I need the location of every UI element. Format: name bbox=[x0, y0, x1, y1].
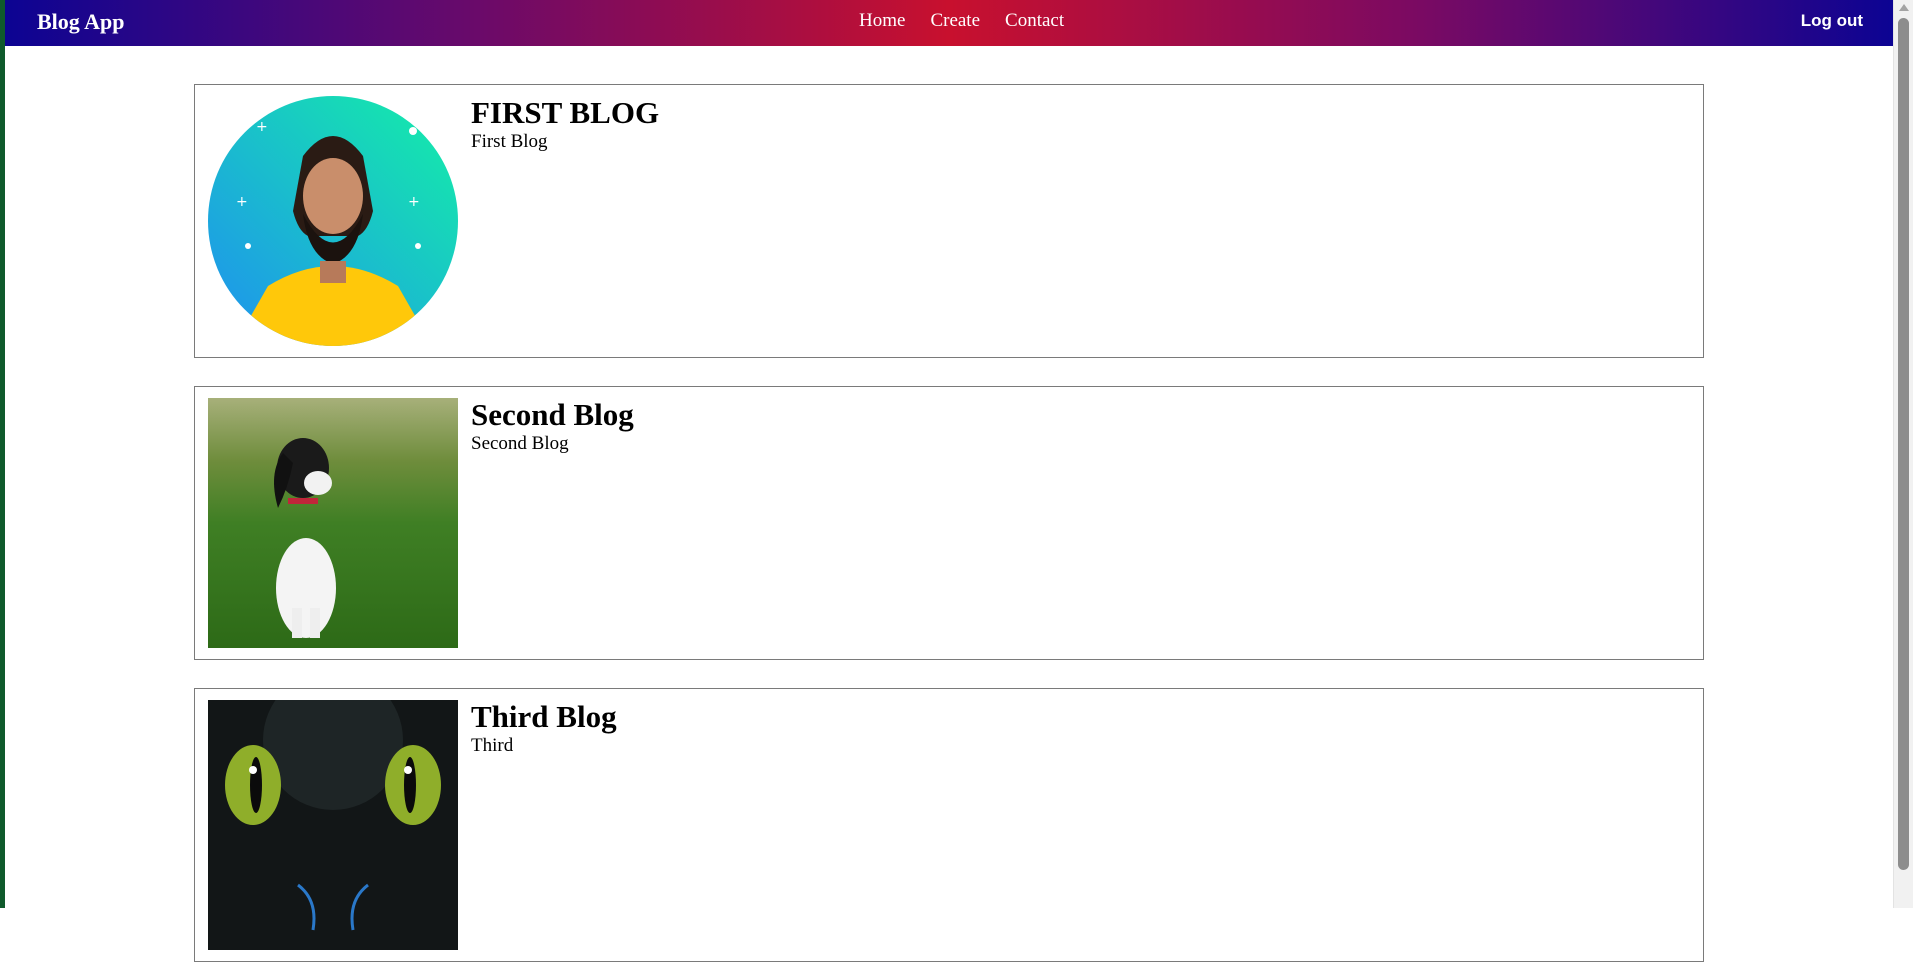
portrait-avatar-icon: + + + bbox=[208, 96, 458, 346]
blog-title[interactable]: FIRST BLOG bbox=[471, 95, 659, 131]
window-left-edge bbox=[0, 0, 5, 908]
blog-description: First Blog bbox=[471, 131, 548, 152]
nav-link-home[interactable]: Home bbox=[859, 10, 905, 32]
blog-card[interactable]: + + + FIRST BLOG First Blog bbox=[194, 84, 1704, 358]
nav-link-contact[interactable]: Contact bbox=[1005, 10, 1064, 32]
blog-image-puppy bbox=[208, 398, 458, 648]
blog-description: Third bbox=[471, 735, 514, 756]
blog-card[interactable]: Third Blog Third bbox=[194, 688, 1704, 962]
scroll-up-arrow-icon[interactable] bbox=[1899, 4, 1909, 11]
logout-button[interactable]: Log out bbox=[1801, 11, 1863, 31]
svg-text:+: + bbox=[236, 194, 248, 210]
blog-description: Second Blog bbox=[471, 433, 569, 454]
nav-links: Home Create Contact bbox=[859, 10, 1064, 32]
scroll-thumb[interactable] bbox=[1898, 18, 1909, 870]
blog-image-dragon bbox=[208, 700, 458, 950]
vertical-scrollbar[interactable] bbox=[1893, 0, 1913, 908]
nav-link-create[interactable]: Create bbox=[930, 10, 980, 32]
dragon-eyes-icon bbox=[208, 700, 458, 950]
svg-text:+: + bbox=[256, 119, 268, 135]
navbar: Blog App Home Create Contact Log out bbox=[5, 0, 1893, 46]
brand-logo[interactable]: Blog App bbox=[37, 9, 124, 35]
blog-title[interactable]: Second Blog bbox=[471, 397, 634, 433]
blog-image-portrait: + + + bbox=[208, 96, 458, 346]
blog-title[interactable]: Third Blog bbox=[471, 699, 617, 735]
puppy-in-grass-icon bbox=[208, 398, 458, 648]
svg-text:+: + bbox=[408, 194, 420, 210]
blog-card[interactable]: Second Blog Second Blog bbox=[194, 386, 1704, 660]
